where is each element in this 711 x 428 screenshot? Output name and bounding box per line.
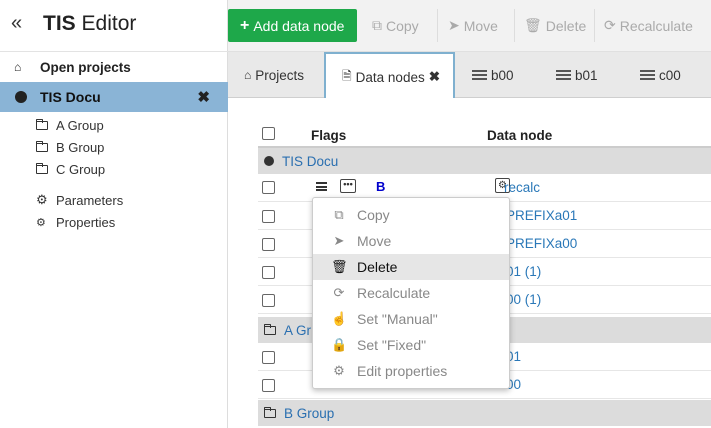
group-row-b-group[interactable]: B Group: [258, 400, 711, 426]
document-icon: 🗎: [342, 68, 352, 83]
open-projects-link[interactable]: ⌂ Open projects: [0, 53, 228, 81]
data-node-link[interactable]: PREFIXa00: [506, 236, 577, 251]
plus-icon: +: [240, 16, 250, 34]
data-node-link[interactable]: recalc: [504, 180, 540, 195]
row-checkbox[interactable]: [262, 210, 275, 223]
send-icon: ➤: [448, 17, 460, 33]
copy-icon: ⧉: [334, 207, 344, 222]
row-checkbox[interactable]: [262, 181, 275, 194]
collapse-sidebar-icon[interactable]: «: [11, 13, 22, 33]
flag-b-badge: B: [376, 179, 386, 194]
table-header: Flags Data node: [258, 122, 711, 148]
delete-button[interactable]: 🗑 Delete: [516, 9, 594, 42]
data-node-link[interactable]: PREFIXa01: [506, 208, 577, 223]
close-tab-icon[interactable]: ✖: [429, 69, 440, 85]
menu-item-delete[interactable]: 🗑 Delete: [313, 254, 509, 280]
menu-item-set-fixed[interactable]: 🔒 Set "Fixed": [313, 332, 509, 358]
data-node-header: Data node: [487, 128, 553, 143]
move-button[interactable]: ➤ Move: [440, 9, 506, 42]
open-projects-label: Open projects: [40, 59, 131, 75]
folder-icon: [35, 118, 50, 130]
sidebar-header: « TIS Editor: [0, 0, 228, 52]
row-checkbox[interactable]: [262, 379, 275, 392]
folder-icon: [263, 323, 276, 335]
tab-b00[interactable]: b00: [472, 52, 514, 98]
recalculate-button[interactable]: ⟳ Recalculate: [596, 9, 701, 42]
tree-item-b-group[interactable]: B Group: [35, 136, 105, 158]
menu-item-set-manual[interactable]: ☝ Set "Manual": [313, 306, 509, 332]
folder-icon: [35, 162, 50, 174]
tab-c00[interactable]: c00: [640, 52, 681, 98]
refresh-icon: ⟳: [604, 17, 616, 33]
folder-icon: [263, 406, 276, 418]
selected-project-label: TIS Docu: [40, 89, 101, 105]
toolbar: + Add data node ⧉ Copy ➤ Move 🗑 Delete ⟳ Reca…: [228, 0, 711, 52]
app-title: TIS Editor: [43, 12, 137, 35]
selected-project[interactable]: TIS Docu ✖: [0, 82, 228, 112]
menu-item-move[interactable]: ➤ Move: [313, 228, 509, 254]
data-node-link[interactable]: 01 (1): [506, 264, 541, 279]
menu-item-recalculate[interactable]: ⟳ Recalculate: [313, 280, 509, 306]
project-settings: ⚙ Parameters ⚙ Properties: [36, 189, 123, 233]
project-tree: A Group B Group C Group: [35, 114, 105, 180]
more-options-icon[interactable]: •••: [340, 179, 356, 193]
flags-header: Flags: [311, 128, 347, 143]
gears-icon: ⚙: [36, 216, 46, 229]
database-icon: [556, 70, 571, 80]
row-checkbox[interactable]: [262, 238, 275, 251]
refresh-icon: ⟳: [333, 285, 345, 300]
row-checkbox[interactable]: [262, 351, 275, 364]
context-menu: ⧉ Copy ➤ Move 🗑 Delete ⟳ Recalculate ☝ Set "M…: [312, 197, 510, 389]
row-checkbox[interactable]: [262, 266, 275, 279]
hand-icon: ☝: [331, 311, 348, 326]
close-project-icon[interactable]: ✖: [197, 88, 210, 106]
project-dot-icon: [264, 156, 274, 166]
home-icon: ⌂: [14, 60, 22, 74]
project-dot-icon: [15, 91, 27, 103]
tree-item-parameters[interactable]: ⚙ Parameters: [36, 189, 123, 211]
menu-item-copy[interactable]: ⧉ Copy: [313, 202, 509, 228]
select-all-checkbox[interactable]: [262, 127, 275, 140]
home-icon: ⌂: [244, 68, 252, 82]
copy-button[interactable]: ⧉ Copy: [364, 9, 427, 42]
copy-icon: ⧉: [372, 17, 382, 33]
gear-icon: ⚙: [36, 192, 48, 207]
tab-projects[interactable]: ⌂ Projects: [244, 52, 304, 98]
lock-icon: 🔒: [331, 337, 348, 352]
database-icon: [472, 70, 487, 80]
folder-icon: [35, 140, 50, 152]
hamburger-icon[interactable]: [316, 182, 327, 191]
tree-item-properties[interactable]: ⚙ Properties: [36, 211, 123, 233]
tab-b01[interactable]: b01: [556, 52, 598, 98]
data-node-link[interactable]: 00 (1): [506, 292, 541, 307]
row-checkbox[interactable]: [262, 294, 275, 307]
sidebar: « TIS Editor ⌂ Open projects TIS Docu ✖ …: [0, 0, 228, 428]
group-row-tis-docu[interactable]: TIS Docu: [258, 148, 711, 174]
tree-item-a-group[interactable]: A Group: [35, 114, 105, 136]
tab-bar: ⌂ Projects 🗎 Data nodes ✖ b00 b01 c00: [228, 52, 711, 100]
menu-item-edit-properties[interactable]: ⚙ Edit properties: [313, 358, 509, 384]
trash-icon: 🗑: [524, 17, 542, 33]
tab-data-nodes[interactable]: 🗎 Data nodes ✖: [324, 52, 455, 100]
tree-item-c-group[interactable]: C Group: [35, 158, 105, 180]
trash-icon: 🗑: [331, 259, 348, 274]
gears-icon: ⚙: [333, 363, 345, 378]
add-data-node-button[interactable]: + Add data node: [228, 9, 357, 42]
send-icon: ➤: [333, 233, 345, 248]
database-icon: [640, 70, 655, 80]
